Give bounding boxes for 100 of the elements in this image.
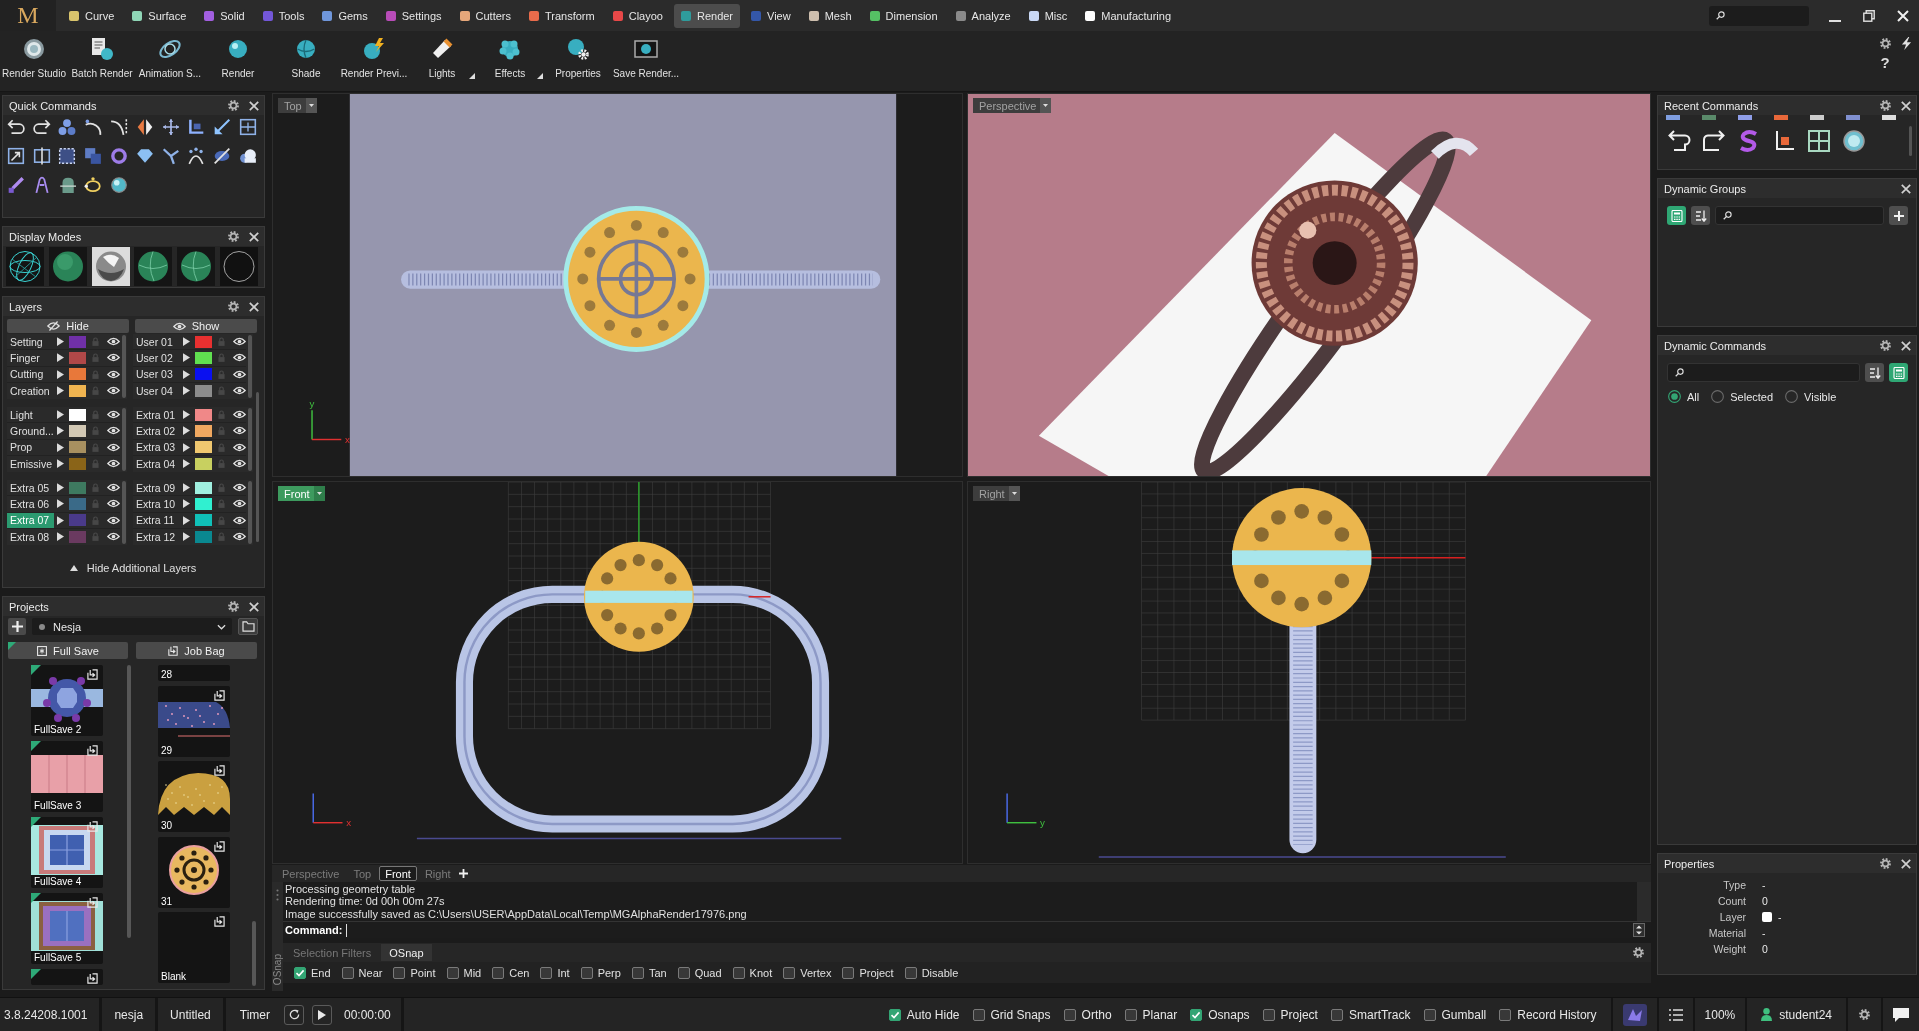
display-mode-button[interactable] [177,247,216,286]
layer-color-swatch[interactable] [69,457,86,470]
full-save-button[interactable]: Full Save [8,642,128,659]
lightning-icon[interactable] [1900,37,1912,50]
checkbox[interactable] [1423,1008,1436,1021]
eye-icon[interactable] [107,386,120,396]
thumbnail-card[interactable]: FullSave 4 [31,817,103,888]
chat-icon[interactable] [1893,1007,1909,1022]
redo-arrow-icon[interactable] [32,118,51,136]
display-mode-button[interactable] [134,247,173,286]
layer-color-swatch[interactable] [69,481,86,494]
ribbon-tab[interactable]: Settings [378,3,449,28]
toolbar-button[interactable]: Animation S... [136,31,204,89]
layer-name[interactable]: Creation [7,382,54,399]
document-arrow-icon[interactable] [87,745,98,756]
ribbon-tab[interactable]: Mesh [801,3,859,28]
close-icon[interactable] [1901,340,1911,351]
dropper-icon[interactable] [6,176,25,194]
scrollbar[interactable] [122,481,127,544]
eye-icon[interactable] [233,337,247,347]
checkbox[interactable] [972,1008,985,1021]
close-icon[interactable] [249,601,259,612]
document-arrow-icon[interactable] [87,897,98,908]
scrollbar[interactable] [1909,126,1912,156]
ribbon-tab[interactable]: Curve [62,3,122,28]
checkbox[interactable] [1262,1008,1275,1021]
layer-color-swatch[interactable] [69,424,86,437]
arc-icon[interactable] [84,118,103,136]
toolbar-button[interactable]: Render [204,31,272,89]
search-field[interactable] [1715,206,1884,225]
layer-color-swatch[interactable] [69,497,86,510]
close-icon[interactable] [1901,100,1911,111]
viewport-tab[interactable]: Right [973,486,1020,501]
layer-color-swatch[interactable] [69,441,86,454]
layer-color-swatch[interactable] [69,335,86,348]
ribbon-tab[interactable]: Surface [125,3,194,28]
scrollbar[interactable] [252,921,256,986]
eye-icon[interactable] [233,483,247,493]
eye-icon[interactable] [107,337,120,347]
layer-name[interactable]: Ground... [7,423,54,439]
settings-icon[interactable] [227,300,240,313]
layer-color-swatch[interactable] [195,424,213,437]
checkbox[interactable] [842,966,855,979]
scrollbar[interactable] [256,392,259,542]
settings-icon[interactable] [1879,339,1892,352]
dots-cluster-icon[interactable] [58,118,77,136]
thumbnail-card[interactable]: 28 [158,665,230,681]
flyout-arrow-icon[interactable] [537,73,543,79]
layer-color-swatch[interactable] [195,351,213,364]
calculator-button[interactable] [1889,363,1908,382]
layer-name[interactable]: Extra 03 [133,439,181,455]
scale-box-icon[interactable] [6,147,25,165]
checkbox[interactable] [492,966,505,979]
folder-label[interactable]: nesja [102,998,159,1031]
folder-button[interactable] [238,618,258,635]
toolbar-button[interactable]: Render Studio [0,31,68,89]
eye-icon[interactable] [107,426,120,436]
thumbnail-card[interactable]: FullSave 3 [31,741,103,812]
undo-arrow-icon[interactable] [6,118,25,136]
viewport-tab[interactable]: Top [278,98,317,113]
close-icon[interactable] [1901,183,1911,194]
ribbon-tab[interactable]: Dimension [862,3,945,28]
layer-name[interactable]: Light [7,407,54,423]
move-arrows-icon[interactable] [161,118,180,136]
checkbox[interactable] [393,966,406,979]
eye-icon[interactable] [233,515,247,525]
ring-icon[interactable] [110,147,129,165]
toolbar-button[interactable]: Effects [476,31,544,89]
settings-icon[interactable] [1879,857,1892,870]
snap-tab[interactable]: OSnap [381,944,432,961]
project-dropdown[interactable]: Nesja [32,618,232,635]
layer-name[interactable]: Extra 06 [7,496,54,512]
layer-name[interactable]: Finger [7,350,54,366]
settings-icon[interactable] [1858,1008,1871,1021]
layer-name[interactable]: Extra 11 [133,512,181,528]
gem-icon[interactable] [135,147,154,165]
layer-name[interactable]: User 04 [133,382,181,399]
layout-tab[interactable]: Front [379,866,417,881]
toolbar-button[interactable]: Properties [544,31,612,89]
layer-color-swatch[interactable] [69,514,86,527]
corner-icon[interactable] [187,118,206,136]
layer-name[interactable]: Extra 05 [7,480,54,496]
layer-color-swatch[interactable] [195,481,213,494]
sort-button[interactable] [1691,206,1710,225]
display-mode-button[interactable] [91,247,130,286]
thumbnail-card[interactable] [31,969,103,985]
checkbox[interactable] [540,966,553,979]
overlap-squares-icon[interactable] [84,147,103,165]
toolbar-button[interactable]: Save Render... [612,31,680,89]
eye-icon[interactable] [107,353,120,363]
toolbar-button[interactable]: Batch Render [68,31,136,89]
toolbar-button[interactable]: Lights [408,31,476,89]
checkbox[interactable] [446,966,459,979]
undo-arrow-icon[interactable] [1667,129,1691,153]
layer-name[interactable]: Extra 08 [7,528,54,545]
document-arrow-icon[interactable] [87,973,98,984]
checkbox[interactable] [732,966,745,979]
arch-dots-icon[interactable] [187,147,206,165]
hide-layers-button[interactable]: Hide Additional Layers [69,562,197,574]
layer-color-swatch[interactable] [69,368,86,381]
